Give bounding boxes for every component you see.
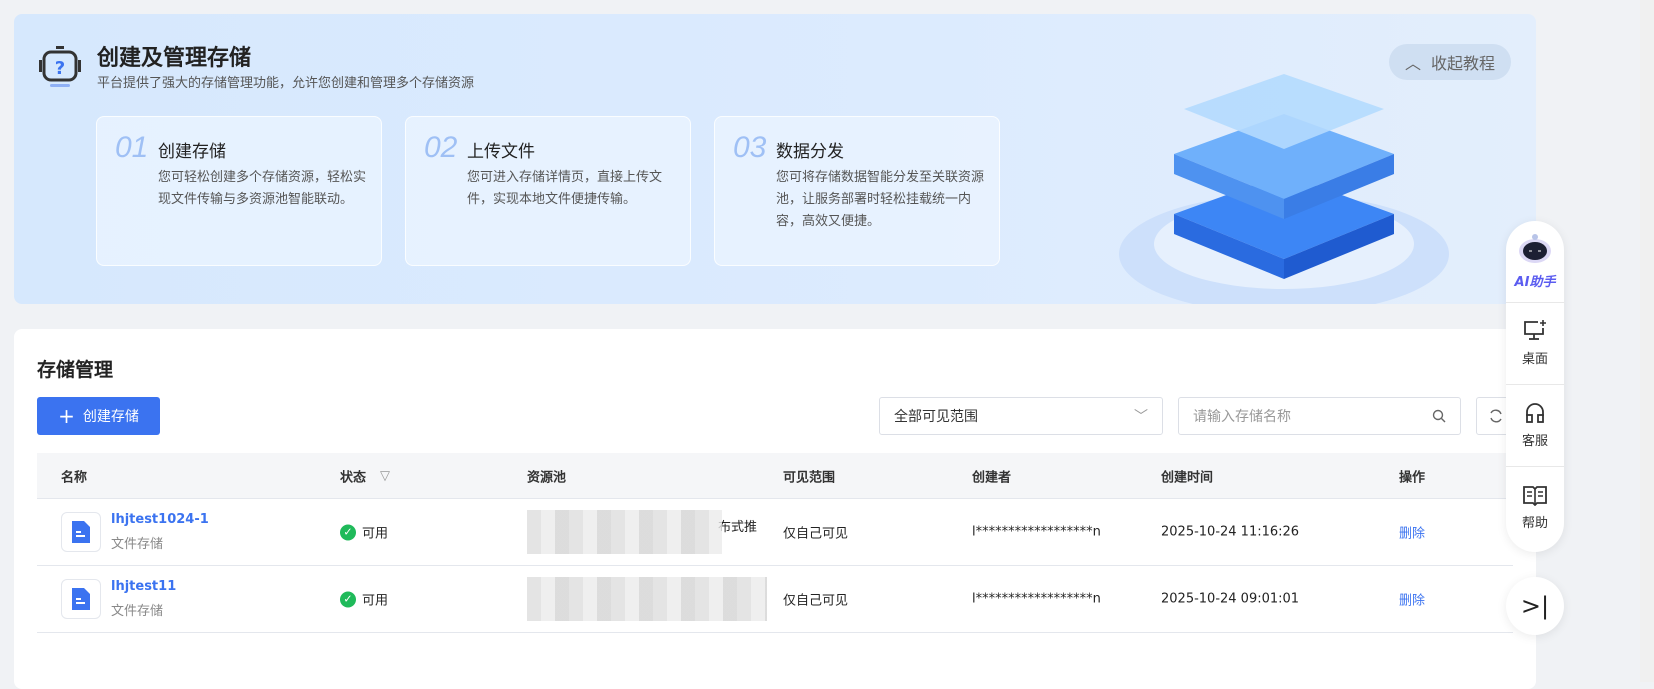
robot-avatar-icon <box>1519 234 1551 263</box>
help-robot-icon: ? <box>39 46 81 87</box>
visibility: 仅自己可见 <box>783 593 849 609</box>
collapse-sidebar-button[interactable]: >| <box>1506 577 1564 635</box>
step-card-2: 02 上传文件您可进入存储详情页，直接上传文件，实现本地文件便捷传输。 <box>405 116 691 266</box>
storage-table: 名称 状态 ▽ 资源池 可见范围 创建者 创建时间 操作 lhjtest1024-… <box>37 453 1513 633</box>
pool-text: 布式推 <box>718 519 758 535</box>
file-storage-icon <box>61 579 101 619</box>
storage-type: 文件存储 <box>111 604 164 619</box>
col-name: 名称 <box>61 470 88 485</box>
step-desc: 您可将存储数据智能分发至关联资源池，让服务部署时轻松挂载统一内容，高效又便捷。 <box>776 170 985 229</box>
banner-subtitle: 平台提供了强大的存储管理功能，允许您创建和管理多个存储资源 <box>97 76 475 91</box>
check-circle-icon: ✓ <box>340 524 356 540</box>
check-circle-icon: ✓ <box>340 591 356 607</box>
step-title: 创建存储 <box>158 142 226 162</box>
step-title: 上传文件 <box>467 142 535 162</box>
storage-management-panel: 存储管理 + 创建存储 全部可见范围 ﹀ 请输入存储名称 名称 状态 ▽ 资源池 可见… <box>14 329 1536 689</box>
step-number: 02 <box>424 131 458 164</box>
table-row: lhjtest11 文件存储 ✓ 可用 仅自己可见 l***************… <box>37 566 1513 633</box>
help-label: 帮助 <box>1521 515 1548 531</box>
svg-text:?: ? <box>55 58 65 79</box>
plus-icon: + <box>58 404 75 428</box>
desktop-label: 桌面 <box>1521 352 1548 367</box>
step-desc: 您可进入存储详情页，直接上传文件，实现本地文件便捷传输。 <box>467 170 663 207</box>
storage-name-link[interactable]: lhjtest1024-1 <box>111 512 209 527</box>
service-label: 客服 <box>1521 434 1548 449</box>
help-button[interactable]: 帮助 <box>1506 467 1564 549</box>
storage-server-illustration <box>1119 74 1449 304</box>
visibility-scope-select[interactable]: 全部可见范围 ﹀ <box>879 397 1163 435</box>
chevron-down-icon: ﹀ <box>1134 409 1148 425</box>
customer-service-button[interactable]: 客服 <box>1506 385 1564 467</box>
col-created: 创建时间 <box>1161 470 1214 485</box>
tutorial-banner: ? 创建及管理存储 平台提供了强大的存储管理功能，允许您创建和管理多个存储资源 … <box>14 14 1536 304</box>
table-header: 名称 状态 ▽ 资源池 可见范围 创建者 创建时间 操作 <box>37 453 1513 499</box>
banner-title: 创建及管理存储 <box>97 46 252 71</box>
desktop-add-icon <box>1524 320 1546 340</box>
status-text: 可用 <box>362 526 389 542</box>
col-pool: 资源池 <box>527 470 567 485</box>
headset-icon <box>1526 403 1544 423</box>
redacted-pool <box>527 510 722 554</box>
col-visibility: 可见范围 <box>783 470 836 485</box>
book-icon <box>1523 485 1547 506</box>
step-card-3: 03 数据分发您可将存储数据智能分发至关联资源池，让服务部署时轻松挂载统一内容，高… <box>714 116 1000 266</box>
step-title: 数据分发 <box>776 142 844 162</box>
storage-name-link[interactable]: lhjtest11 <box>111 579 176 594</box>
filter-icon[interactable]: ▽ <box>380 468 390 483</box>
col-status-label: 状态 <box>340 470 367 485</box>
search-placeholder: 请输入存储名称 <box>1193 409 1291 425</box>
ai-label: AI助手 <box>1514 275 1556 290</box>
step-number: 01 <box>115 131 149 164</box>
created-time: 2025-10-24 11:16:26 <box>1161 524 1300 540</box>
search-icon[interactable] <box>1432 409 1446 423</box>
table-row: lhjtest1024-1 文件存储 ✓ 可用 布式推 仅自己可见 l*******… <box>37 499 1513 566</box>
create-storage-button[interactable]: + 创建存储 <box>37 397 160 435</box>
delete-link[interactable]: 删除 <box>1399 590 1425 609</box>
select-value: 全部可见范围 <box>894 409 978 425</box>
collapse-right-icon: >| <box>1520 592 1550 620</box>
storage-type: 文件存储 <box>111 537 164 552</box>
creator: l******************n <box>972 591 1101 607</box>
col-actions: 操作 <box>1399 470 1426 485</box>
floating-toolbar: AI助手 桌面 客服 帮助 <box>1506 221 1564 552</box>
create-label: 创建存储 <box>82 409 139 425</box>
col-creator: 创建者 <box>972 470 1012 485</box>
step-number: 03 <box>733 131 767 164</box>
visibility: 仅自己可见 <box>783 526 849 542</box>
status-text: 可用 <box>362 593 389 609</box>
desktop-button[interactable]: 桌面 <box>1506 303 1564 385</box>
step-card-1: 01 创建存储您可轻松创建多个存储资源，轻松实现文件传输与多资源池智能联动。 <box>96 116 382 266</box>
created-time: 2025-10-24 09:01:01 <box>1161 591 1300 607</box>
col-status[interactable]: 状态 ▽ <box>340 466 390 485</box>
redacted-pool <box>527 577 767 621</box>
ai-assistant-button[interactable]: AI助手 <box>1506 221 1564 303</box>
delete-link[interactable]: 删除 <box>1399 523 1425 542</box>
section-title: 存储管理 <box>37 359 114 381</box>
step-desc: 您可轻松创建多个存储资源，轻松实现文件传输与多资源池智能联动。 <box>158 170 367 207</box>
creator: l******************n <box>972 524 1101 540</box>
refresh-icon <box>1490 409 1502 423</box>
page-scrollbar[interactable] <box>1640 0 1654 682</box>
storage-search-input[interactable]: 请输入存储名称 <box>1178 397 1461 435</box>
file-storage-icon <box>61 512 101 552</box>
